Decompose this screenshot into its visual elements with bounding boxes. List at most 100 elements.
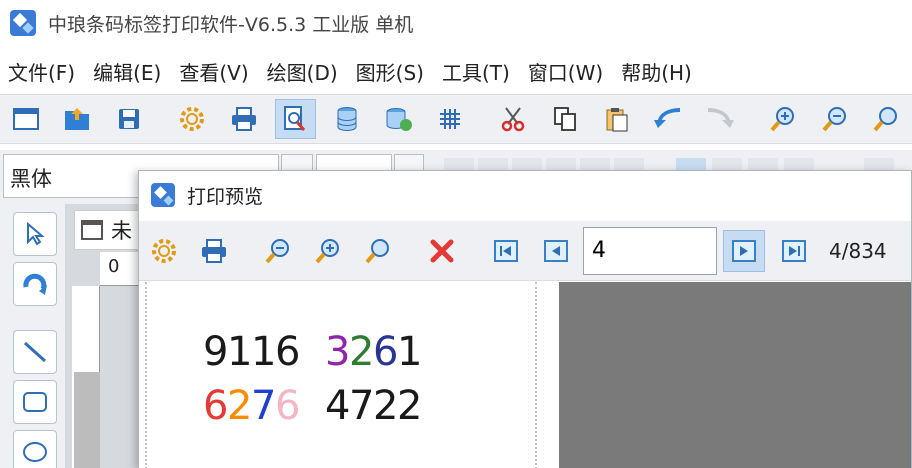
settings-icon <box>152 238 176 263</box>
menu-draw[interactable]: 绘图(D) <box>259 57 348 86</box>
code-row: 62764722 <box>203 383 423 429</box>
database-connect-button[interactable] <box>378 99 420 139</box>
preview-settings-button[interactable] <box>143 230 185 272</box>
page-margin-right <box>535 282 537 468</box>
title-bar: 中琅条码标签打印软件-V6.5.3 工业版 单机 <box>0 0 912 46</box>
grid-icon <box>440 109 461 129</box>
print-preview-dialog: 打印预览 4 4/834 9 1 1 6 3 2 6 1 6 2 7 6 4 7… <box>138 170 912 468</box>
main-toolbar <box>0 94 912 144</box>
database-connect-icon <box>386 108 412 131</box>
ellipse-tool-button[interactable] <box>13 430 57 468</box>
line-icon <box>23 341 47 363</box>
ruler-zero-label: 0 <box>108 256 120 277</box>
menu-view[interactable]: 查看(V) <box>171 57 258 86</box>
settings-icon <box>180 107 205 131</box>
ruler-margin <box>74 372 100 468</box>
code-digit: 6 <box>373 329 399 375</box>
print-preview-button[interactable] <box>274 99 317 139</box>
preview-zoom-fit-button[interactable] <box>357 230 399 272</box>
first-page-icon <box>494 239 518 262</box>
window-icon <box>12 108 39 130</box>
cut-icon <box>502 107 525 132</box>
line-tool-button[interactable] <box>13 330 57 374</box>
print-icon <box>202 238 226 263</box>
last-page-button[interactable] <box>773 230 815 272</box>
menu-window[interactable]: 窗口(W) <box>520 57 613 86</box>
code-digit: 2 <box>397 383 423 429</box>
preview-print-button[interactable] <box>193 230 235 272</box>
code-digit: 2 <box>373 383 399 429</box>
code-digit: 1 <box>397 329 423 375</box>
zoom-fit-button[interactable] <box>865 99 907 139</box>
zoom-out-icon <box>822 107 846 132</box>
cursor-icon <box>27 222 45 246</box>
preview-zoom-in-button[interactable] <box>307 230 349 272</box>
code-digit: 7 <box>349 383 375 429</box>
undo-button[interactable] <box>647 99 689 139</box>
zoom-fit-icon <box>365 238 389 263</box>
menu-help[interactable]: 帮助(H) <box>613 57 702 86</box>
previous-page-icon <box>544 239 568 262</box>
undo-icon <box>654 108 681 128</box>
database-button[interactable] <box>326 99 368 139</box>
new-window-button[interactable] <box>5 99 47 139</box>
code-digit: 3 <box>325 329 351 375</box>
code-digit: 6 <box>275 329 301 375</box>
menu-file[interactable]: 文件(F) <box>0 57 85 86</box>
dialog-logo-icon <box>151 183 175 207</box>
zoom-out-button[interactable] <box>814 99 856 139</box>
rotate-tool-button[interactable] <box>13 262 57 306</box>
copy-button[interactable] <box>544 99 586 139</box>
drawing-tools-panel <box>0 204 66 468</box>
menu-tools[interactable]: 工具(T) <box>434 57 520 86</box>
rotate-icon <box>23 273 47 295</box>
page-margin-left <box>145 282 147 468</box>
last-page-icon <box>782 239 806 262</box>
menu-bar: 文件(F) 编辑(E) 查看(V) 绘图(D) 图形(S) 工具(T) 窗口(W… <box>0 52 912 90</box>
dialog-title-bar: 打印预览 <box>139 171 911 219</box>
code-digit: 2 <box>349 329 375 375</box>
zoom-in-icon <box>315 238 339 263</box>
preview-toolbar: 4/834 <box>139 221 911 281</box>
preview-page <box>139 282 559 468</box>
code-digit: 4 <box>325 383 351 429</box>
code-row: 91163261 <box>203 329 423 375</box>
rectangle-icon <box>23 392 47 412</box>
app-logo-icon <box>10 10 36 36</box>
code-digit: 1 <box>227 329 253 375</box>
print-button[interactable] <box>223 99 265 139</box>
rectangle-tool-button[interactable] <box>13 380 57 424</box>
page-number-input[interactable] <box>583 226 717 275</box>
paste-icon <box>606 108 628 132</box>
save-button[interactable] <box>108 99 150 139</box>
preview-zoom-out-button[interactable] <box>257 230 299 272</box>
code-digit: 9 <box>203 329 229 375</box>
paste-button[interactable] <box>596 99 638 139</box>
open-button[interactable] <box>57 99 99 139</box>
open-icon <box>65 108 90 130</box>
select-tool-button[interactable] <box>13 212 57 256</box>
dialog-title: 打印预览 <box>187 185 264 208</box>
ellipse-icon <box>23 442 47 462</box>
next-page-button[interactable] <box>723 229 765 272</box>
redo-button[interactable] <box>699 99 741 139</box>
first-page-button[interactable] <box>485 230 527 272</box>
preview-close-button[interactable] <box>421 230 463 272</box>
code-group: 4722 <box>325 383 423 429</box>
document-icon <box>81 220 103 240</box>
document-tab-label: 未 <box>111 219 132 243</box>
grid-button[interactable] <box>429 99 471 139</box>
settings-button[interactable] <box>172 99 214 139</box>
code-digit: 1 <box>251 329 277 375</box>
menu-shape[interactable]: 图形(S) <box>348 57 434 86</box>
previous-page-button[interactable] <box>535 230 577 272</box>
menu-edit[interactable]: 编辑(E) <box>85 57 171 86</box>
close-icon <box>430 239 454 262</box>
code-digit: 2 <box>227 383 253 429</box>
zoom-fit-icon <box>873 107 898 132</box>
zoom-out-icon <box>265 238 289 263</box>
zoom-in-button[interactable] <box>762 99 804 139</box>
copy-icon <box>554 107 576 131</box>
cut-button[interactable] <box>493 99 535 139</box>
document-tab[interactable]: 未 <box>74 210 146 250</box>
